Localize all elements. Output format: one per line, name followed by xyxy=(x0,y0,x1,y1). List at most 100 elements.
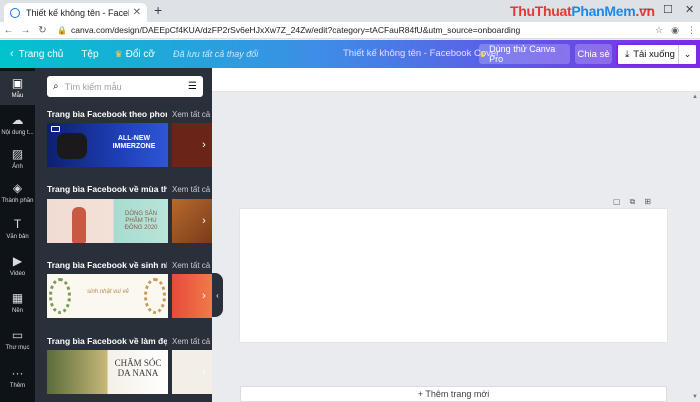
home-button[interactable]: ‹ Trang chủ xyxy=(10,48,63,60)
template-thumbnail[interactable]: DÒNG SẢN PHẨM THU ĐÔNG 2020 xyxy=(47,199,168,243)
see-all-link[interactable]: Xem tất cả xyxy=(172,261,210,270)
video-icon: ▶ xyxy=(12,254,23,268)
rail-item-templates[interactable]: ▣ Mẫu xyxy=(0,71,35,105)
share-label: Chia sẻ xyxy=(577,48,610,60)
thumbnail-text: sinh nhật vui vẻ xyxy=(87,289,129,295)
rail-item-elements[interactable]: ◈ Thành phần xyxy=(0,176,35,210)
rail-item-folders[interactable]: ▭ Thư mục xyxy=(0,323,35,357)
thumbnail-text: CHĂM SÓC DA NANA xyxy=(114,358,162,378)
chevron-right-icon[interactable]: › xyxy=(197,362,211,382)
try-pro-label: Dùng thử Canva Pro xyxy=(489,44,556,64)
background-icon: ▦ xyxy=(11,291,24,305)
add-note-icon[interactable]: ▢ xyxy=(613,197,621,207)
scroll-up-icon[interactable]: ▲ xyxy=(692,94,698,100)
rail-item-background[interactable]: ▦ Nền xyxy=(0,286,35,320)
search-icon: ⌕ xyxy=(53,81,59,92)
browser-menu-icon[interactable]: ⋮ xyxy=(687,25,696,36)
maximize-icon[interactable]: ☐ xyxy=(663,3,673,16)
filter-icon[interactable]: ☰ xyxy=(188,81,197,92)
chevron-down-icon[interactable]: ⌄ xyxy=(678,45,696,64)
photo-icon: ▨ xyxy=(11,147,24,161)
chevron-right-icon[interactable]: › xyxy=(197,211,211,231)
section-title: Trang bìa Facebook theo phong c... xyxy=(47,109,167,119)
resize-button[interactable]: ♛ Đổi cỡ xyxy=(115,49,155,60)
template-search-input[interactable]: ⌕ Tìm kiếm mẫu ☰ xyxy=(47,76,203,97)
watermark-logo: ThuThuat PhanMem .vn xyxy=(510,3,655,19)
url-field[interactable]: canva.com/design/DAEEpCf4KUA/dzFP2rSv6eH… xyxy=(71,25,520,35)
browser-tab[interactable]: Thiết kế không tên - Facebook C ✕ xyxy=(4,3,147,22)
elements-icon: ◈ xyxy=(12,181,23,195)
download-icon: ⤓ xyxy=(625,49,630,60)
rail-item-uploads[interactable]: ☁ Nội dung t... xyxy=(0,108,35,142)
editor-workspace: ▲ ▼ ▢ ⧉ ⊞ + Thêm trang mới xyxy=(212,68,700,402)
search-placeholder: Tìm kiếm mẫu xyxy=(64,81,122,92)
editor-toolbar xyxy=(212,68,700,92)
chevron-right-icon[interactable]: › xyxy=(197,286,211,306)
browser-tabstrip: Thiết kế không tên - Facebook C ✕ + ThuT… xyxy=(0,0,700,22)
workspace-scrollbar[interactable]: ▲ ▼ xyxy=(690,92,700,402)
forward-icon[interactable]: → xyxy=(17,25,34,36)
address-bar: ← → ↻ 🔒 canva.com/design/DAEEpCf4KUA/dzF… xyxy=(0,22,700,39)
minimize-icon[interactable]: — xyxy=(640,3,651,15)
download-button[interactable]: ⤓ Tải xuống ⌄ xyxy=(616,43,698,66)
add-page-icon[interactable]: ⊞ xyxy=(644,197,651,207)
editor-topbar: ‹ Trang chủ Tệp ♛ Đổi cỡ Đã lưu tất cả t… xyxy=(0,40,700,68)
page-tools: ▢ ⧉ ⊞ xyxy=(613,197,651,207)
vr-headset-image xyxy=(57,133,87,159)
thumbnail-text: ALL-NEW IMMERZONE xyxy=(112,135,156,150)
back-icon[interactable]: ← xyxy=(0,25,17,36)
rail-item-video[interactable]: ▶ Video xyxy=(0,249,35,283)
window-close-icon[interactable]: ✕ xyxy=(685,3,694,16)
upload-icon: ☁ xyxy=(11,113,24,127)
floral-wreath-left xyxy=(49,278,71,314)
text-icon: T xyxy=(13,217,22,231)
file-menu[interactable]: Tệp xyxy=(81,49,98,60)
chevron-left-icon: ‹ xyxy=(10,48,14,60)
section-title: Trang bìa Facebook về làm đẹp xyxy=(47,336,167,346)
see-all-link[interactable]: Xem tất cả xyxy=(172,110,210,119)
crown-icon: ♛ xyxy=(114,48,123,59)
template-icon: ▣ xyxy=(11,76,24,90)
chevron-left-icon: ‹ xyxy=(216,290,219,300)
design-title[interactable]: Thiết kế không tên - Facebook Cover xyxy=(343,48,499,59)
close-tab-icon[interactable]: ✕ xyxy=(133,7,141,18)
scroll-down-icon[interactable]: ▼ xyxy=(692,394,698,400)
home-label: Trang chủ xyxy=(18,48,64,60)
add-page-button[interactable]: + Thêm trang mới xyxy=(240,386,667,402)
download-label: Tải xuống xyxy=(633,49,675,60)
chevron-right-icon[interactable]: › xyxy=(197,135,211,155)
profile-icon[interactable]: ◉ xyxy=(671,25,679,36)
templates-panel: ⌕ Tìm kiếm mẫu ☰ Trang bìa Facebook theo… xyxy=(35,68,212,402)
template-thumbnail[interactable]: CHĂM SÓC DA NANA xyxy=(47,350,168,394)
see-all-link[interactable]: Xem tất cả xyxy=(172,185,210,194)
play-icon xyxy=(51,126,60,132)
floral-wreath-right xyxy=(144,278,166,314)
canva-favicon-icon xyxy=(10,7,20,18)
template-thumbnail[interactable]: sinh nhật vui vẻ xyxy=(47,274,168,318)
save-status: Đã lưu tất cả thay đổi xyxy=(172,49,259,59)
design-canvas[interactable] xyxy=(240,209,667,342)
crown-icon: ♛ xyxy=(479,49,487,59)
tab-title: Thiết kế không tên - Facebook C xyxy=(26,7,129,18)
section-title: Trang bìa Facebook về sinh nhật xyxy=(47,260,167,270)
new-tab-icon[interactable]: + xyxy=(154,2,162,18)
collapse-panel-button[interactable]: ‹ xyxy=(212,273,223,317)
more-icon: ··· xyxy=(11,366,24,380)
rail-item-photos[interactable]: ▨ Ảnh xyxy=(0,142,35,176)
bookmark-star-icon[interactable]: ☆ xyxy=(655,25,663,36)
rail-item-text[interactable]: T Văn bản xyxy=(0,212,35,246)
see-all-link[interactable]: Xem tất cả xyxy=(172,337,210,346)
section-title: Trang bìa Facebook về mùa thu xyxy=(47,184,167,194)
try-pro-button[interactable]: ♛ Dùng thử Canva Pro xyxy=(479,44,570,64)
folder-icon: ▭ xyxy=(11,328,24,342)
side-rail: ▣ Mẫu ☁ Nội dung t... ▨ Ảnh ◈ Thành phần… xyxy=(0,68,35,402)
share-button[interactable]: Chia sẻ xyxy=(575,44,612,64)
rail-item-more[interactable]: ··· Thêm xyxy=(0,361,35,395)
thumbnail-text: DÒNG SẢN PHẨM THU ĐÔNG 2020 xyxy=(124,211,158,231)
template-thumbnail[interactable]: ALL-NEW IMMERZONE xyxy=(47,123,168,167)
duplicate-page-icon[interactable]: ⧉ xyxy=(630,197,636,207)
reload-icon[interactable]: ↻ xyxy=(34,25,51,36)
model-photo xyxy=(72,207,86,243)
lock-icon[interactable]: 🔒 xyxy=(57,26,67,35)
resize-label: Đổi cỡ xyxy=(125,48,155,60)
